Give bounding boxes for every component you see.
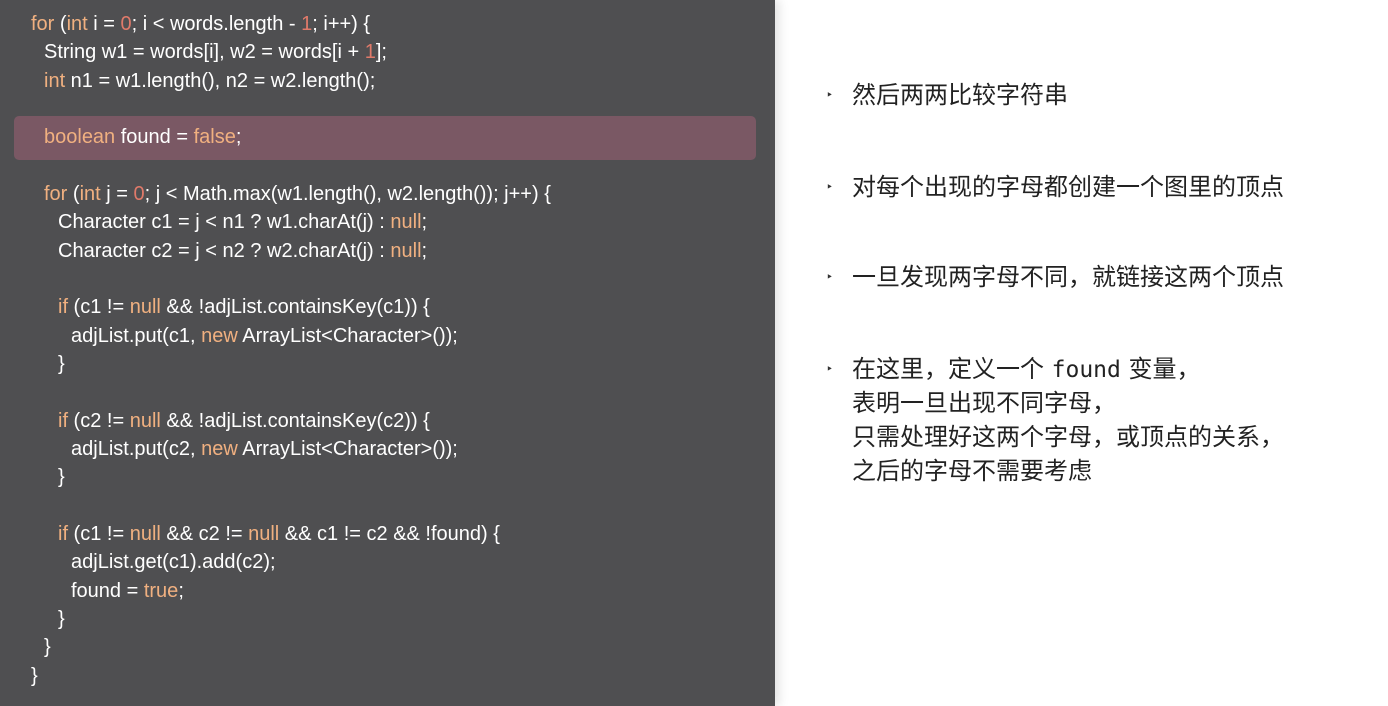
code-line: if (c2 != null && !adjList.containsKey(c… xyxy=(58,407,430,435)
code-keyword: if xyxy=(58,410,68,432)
code-text: ]; xyxy=(375,41,387,63)
code-text: ; i < words.length - xyxy=(131,13,302,35)
code-text: && c1 != c2 && !found) { xyxy=(279,523,500,545)
code-keyword: null xyxy=(390,240,422,262)
code-text: && c2 != xyxy=(160,523,249,545)
code-text: i = xyxy=(87,13,121,35)
code-text: (c2 != xyxy=(68,410,130,432)
code-line: String w1 = words[i], w2 = words[i + 1]; xyxy=(44,38,387,66)
code-keyword: if xyxy=(58,523,68,545)
code-keyword: for xyxy=(44,183,68,205)
bullet-item: ‣ 一旦发现两字母不同，就链接这两个顶点 xyxy=(820,260,1380,294)
code-number: 0 xyxy=(133,183,145,205)
code-text: n1 = w1.length(), n2 = w2.length(); xyxy=(65,70,376,92)
code-text: && !adjList.containsKey(c1)) { xyxy=(160,296,430,318)
code-text: ( xyxy=(54,13,67,35)
code-number: 1 xyxy=(301,13,313,35)
code-line: } xyxy=(58,605,65,633)
bullet-text: 对每个出现的字母都创建一个图里的顶点 xyxy=(852,170,1284,204)
bullet-text: 然后两两比较字符串 xyxy=(852,78,1068,112)
code-text: ; j < Math.max(w1.length(), w2.length())… xyxy=(144,183,551,205)
code-line: adjList.put(c1, new ArrayList<Character>… xyxy=(71,322,458,350)
code-keyword: false xyxy=(193,126,236,148)
code-text: ArrayList<Character>()); xyxy=(237,438,458,460)
code-text: } xyxy=(31,665,38,687)
code-keyword: if xyxy=(58,296,68,318)
code-text: j = xyxy=(100,183,134,205)
code-number: 1 xyxy=(364,41,376,63)
code-text: ArrayList<Character>()); xyxy=(237,325,458,347)
code-text: ( xyxy=(67,183,80,205)
inline-code: found xyxy=(1051,357,1121,383)
bullet-text-line: 只需处理好这两个字母，或顶点的关系， xyxy=(852,423,1284,451)
code-text: String w1 = words[i], w2 = words[i + xyxy=(44,41,365,63)
bullet-text-line: 在这里，定义一个 found 变量， xyxy=(852,355,1201,383)
code-text: } xyxy=(58,466,65,488)
code-line: Character c1 = j < n1 ? w1.charAt(j) : n… xyxy=(58,208,427,236)
code-text: found = xyxy=(115,126,194,148)
code-line: int n1 = w1.length(), n2 = w2.length(); xyxy=(44,67,375,95)
code-keyword: for xyxy=(31,13,55,35)
code-text: adjList.put(c1, xyxy=(71,325,202,347)
code-text: ; xyxy=(421,240,428,262)
code-line: } xyxy=(44,633,51,661)
bullet-marker-icon: ‣ xyxy=(826,270,834,284)
code-keyword: null xyxy=(129,296,161,318)
bullet-item: ‣ 在这里，定义一个 found 变量， 表明一旦出现不同字母， 只需处理好这两个字母… xyxy=(820,352,1380,488)
bullet-list: ‣ 然后两两比较字符串 ‣ 对每个出现的字母都创建一个图里的顶点 ‣ 一旦发现两字母不同，… xyxy=(820,0,1380,706)
bullet-marker-icon: ‣ xyxy=(826,362,834,376)
bullet-text: 一旦发现两字母不同，就链接这两个顶点 xyxy=(852,260,1284,294)
code-keyword: new xyxy=(201,325,238,347)
code-keyword: null xyxy=(129,410,161,432)
bullet-marker-icon: ‣ xyxy=(826,88,834,102)
code-line: } xyxy=(58,463,65,491)
code-text: ; xyxy=(178,580,184,602)
code-line: adjList.get(c1).add(c2); xyxy=(71,548,276,576)
bullet-text-line: 对每个出现的字母都创建一个图里的顶点 xyxy=(852,173,1284,201)
code-keyword: new xyxy=(201,438,238,460)
code-text: ; xyxy=(235,126,242,148)
code-keyword: int xyxy=(66,13,88,35)
code-text: ; i++) { xyxy=(312,13,371,35)
bullet-item: ‣ 然后两两比较字符串 xyxy=(820,78,1380,112)
code-line: found = true; xyxy=(71,577,184,605)
code-text: } xyxy=(44,636,51,658)
code-line: adjList.put(c2, new ArrayList<Character>… xyxy=(71,435,458,463)
code-text: } xyxy=(58,353,65,375)
code-text: && !adjList.containsKey(c2)) { xyxy=(160,410,430,432)
bullet-marker-icon: ‣ xyxy=(826,180,834,194)
code-line: if (c1 != null && c2 != null && c1 != c2… xyxy=(58,520,500,548)
code-number: 0 xyxy=(120,13,132,35)
bullet-text: 在这里，定义一个 found 变量， 表明一旦出现不同字母， 只需处理好这两个字母，… xyxy=(852,352,1284,488)
code-text: ; xyxy=(421,211,428,233)
bullet-text-line: 一旦发现两字母不同，就链接这两个顶点 xyxy=(852,263,1284,291)
code-keyword: int xyxy=(79,183,101,205)
bullet-text-line: 之后的字母不需要考虑 xyxy=(852,457,1092,485)
code-line: } xyxy=(31,662,38,690)
bullet-text-line: 然后两两比较字符串 xyxy=(852,81,1068,109)
code-keyword: null xyxy=(248,523,280,545)
code-text: found = xyxy=(71,580,144,602)
code-keyword: null xyxy=(129,523,161,545)
code-text: adjList.get(c1).add(c2); xyxy=(71,551,276,573)
code-text: Character c1 = j < n1 ? w1.charAt(j) : xyxy=(58,211,391,233)
code-line: } xyxy=(58,350,65,378)
code-line: if (c1 != null && !adjList.containsKey(c… xyxy=(58,293,430,321)
bullet-text-line: 表明一旦出现不同字母， xyxy=(852,389,1116,417)
code-keyword: boolean xyxy=(44,126,116,148)
code-line: for (int j = 0; j < Math.max(w1.length()… xyxy=(44,180,551,208)
code-keyword: null xyxy=(390,211,422,233)
code-keyword: int xyxy=(44,70,66,92)
bullet-item: ‣ 对每个出现的字母都创建一个图里的顶点 xyxy=(820,170,1380,204)
code-line: for (int i = 0; i < words.length - 1; i+… xyxy=(31,10,370,38)
code-text: (c1 != xyxy=(68,523,130,545)
code-line-highlighted: boolean found = false; xyxy=(44,123,241,151)
code-text: (c1 != xyxy=(68,296,130,318)
code-panel: for (int i = 0; i < words.length - 1; i+… xyxy=(0,0,775,706)
code-line: Character c2 = j < n2 ? w2.charAt(j) : n… xyxy=(58,237,427,265)
code-keyword: true xyxy=(143,580,179,602)
code-text: Character c2 = j < n2 ? w2.charAt(j) : xyxy=(58,240,391,262)
code-text: } xyxy=(58,608,65,630)
code-text: adjList.put(c2, xyxy=(71,438,202,460)
